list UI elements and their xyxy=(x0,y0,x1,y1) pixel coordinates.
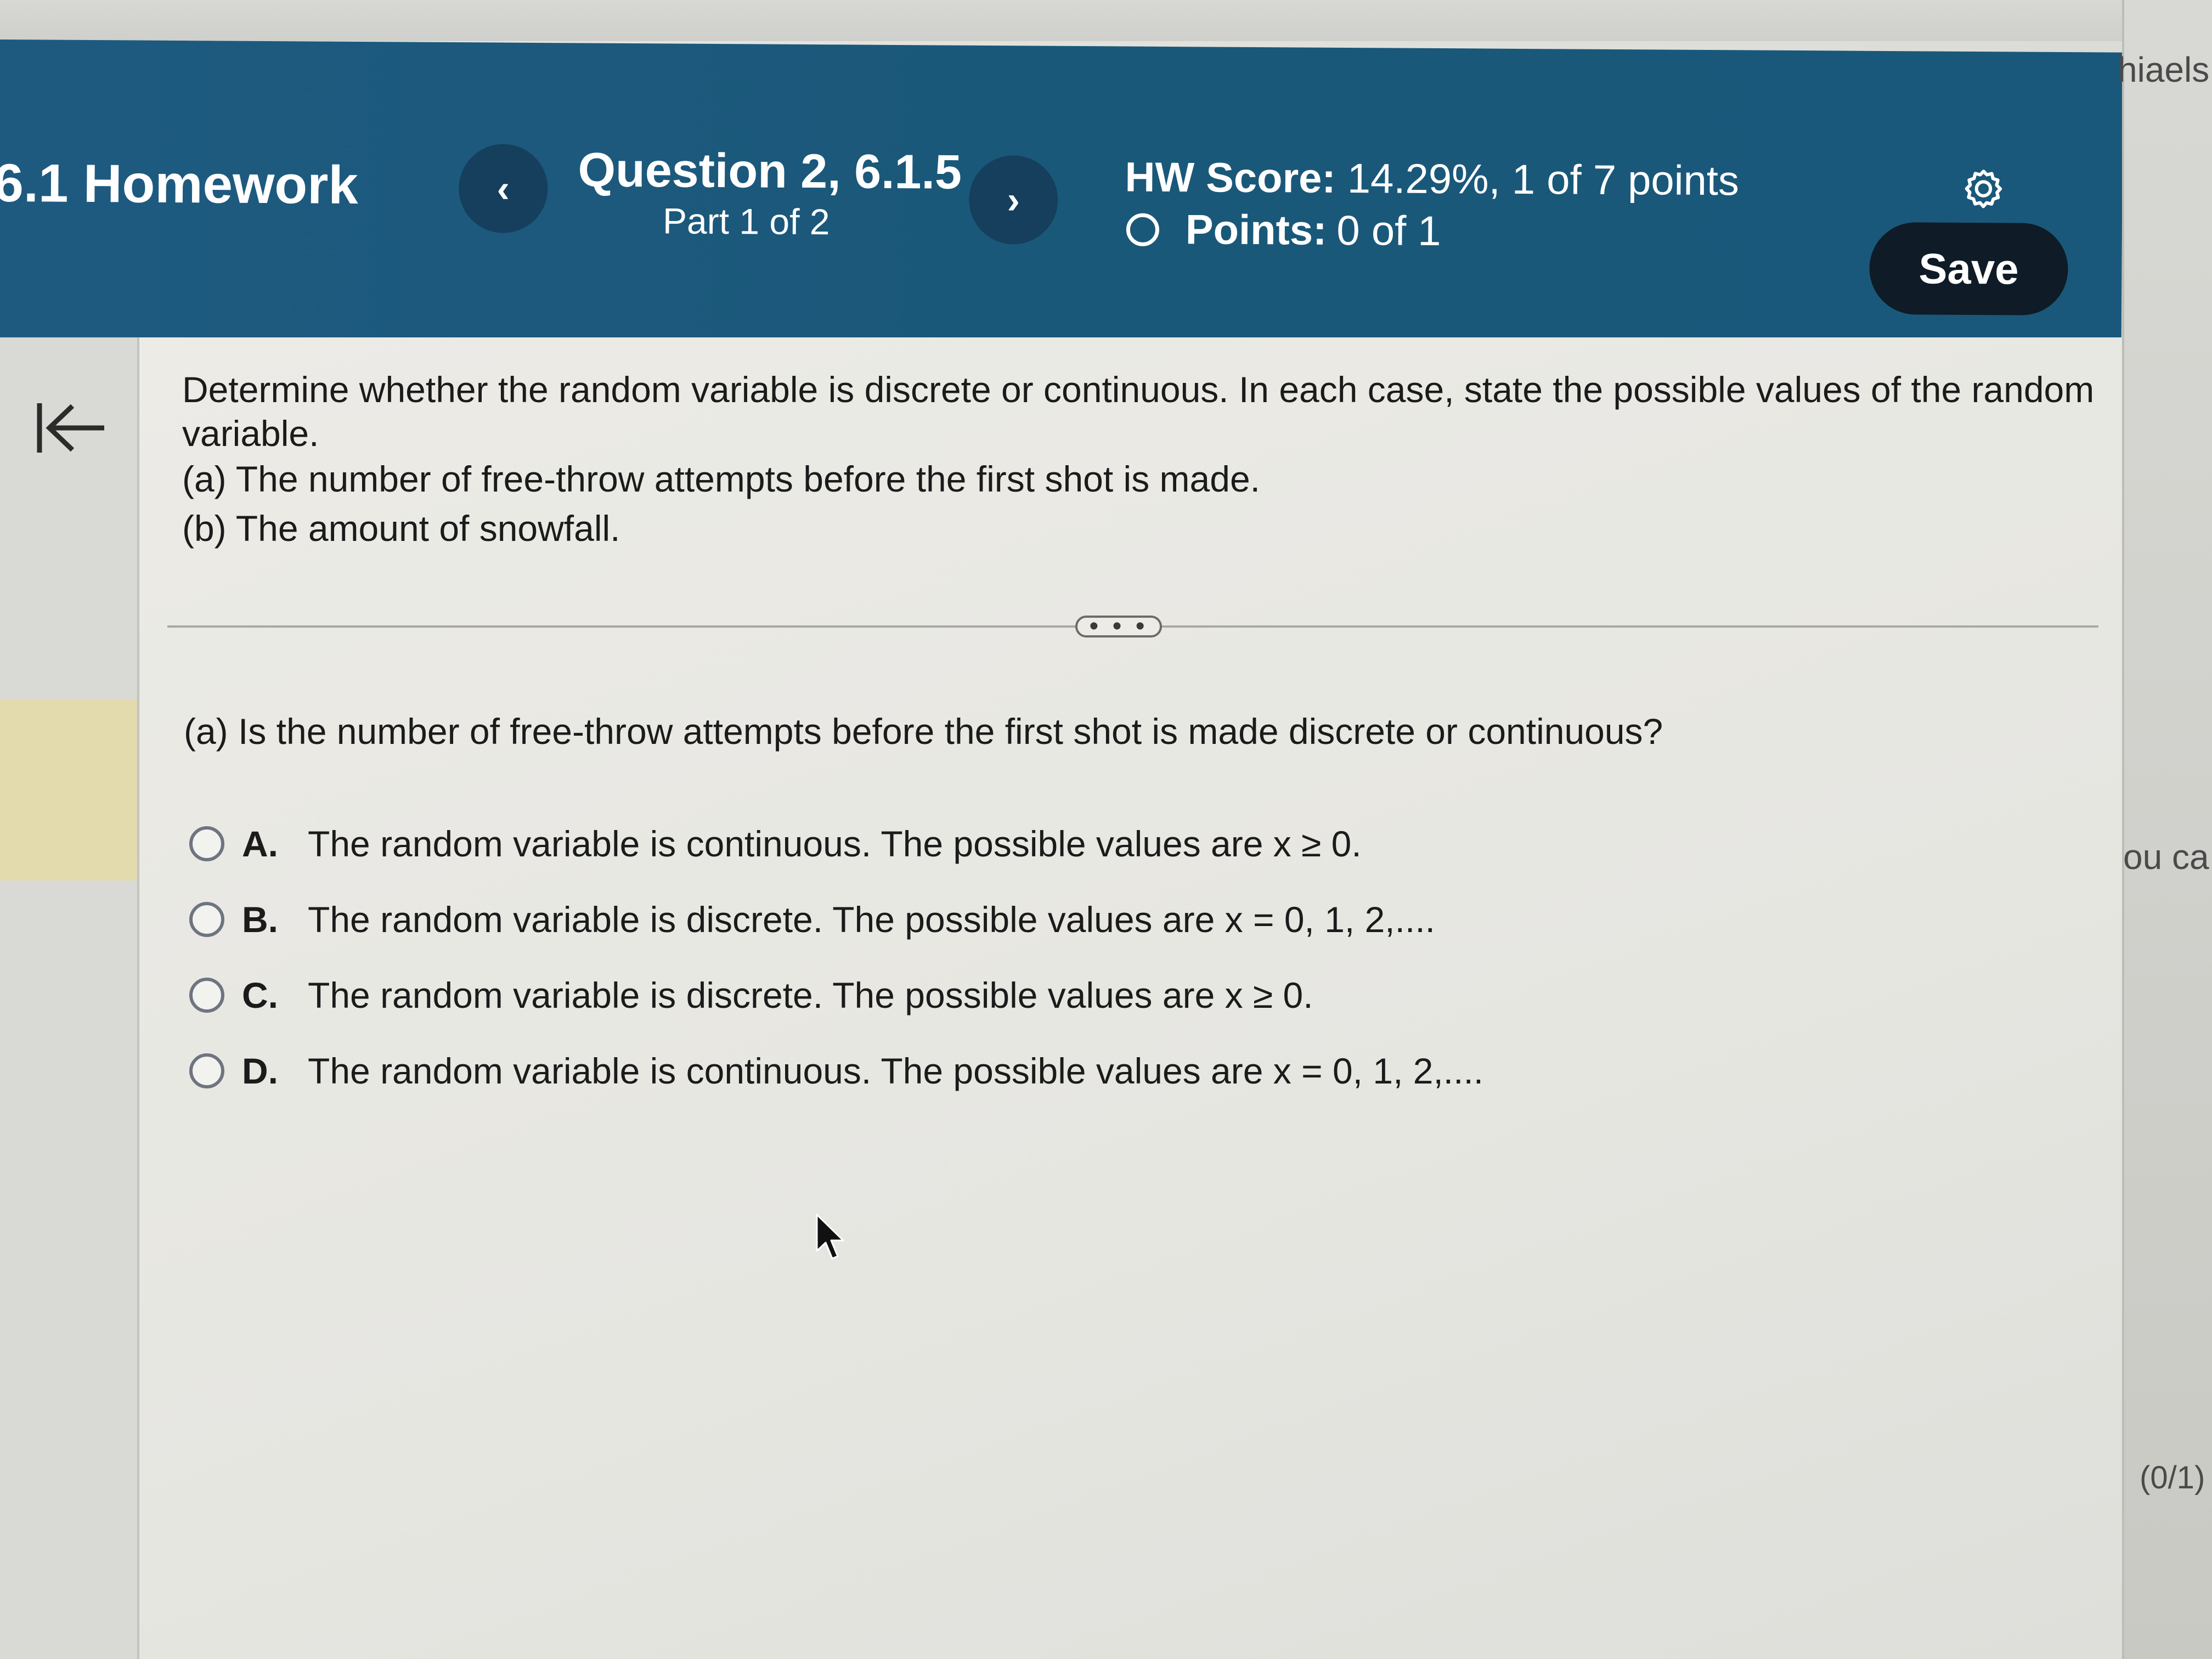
radio-button-d[interactable] xyxy=(189,1053,224,1088)
gear-icon[interactable] xyxy=(1959,164,2008,214)
chevron-left-icon: ‹ xyxy=(496,167,510,210)
mouse-pointer-icon xyxy=(816,1214,844,1260)
divider-drag-handle[interactable]: • • • xyxy=(1075,613,1162,640)
radio-button-b[interactable] xyxy=(189,902,224,937)
points-status-circle-icon xyxy=(1126,213,1160,246)
browser-top-strip xyxy=(0,0,2123,41)
choice-a-text: The random variable is continuous. The p… xyxy=(308,823,1362,864)
question-header: 6.1 Homework ‹ Question 2, 6.1.5 Part 1 … xyxy=(0,40,2123,354)
question-prompt-line2: variable. xyxy=(182,413,319,454)
edge-score-fragment: (0/1) xyxy=(2140,1460,2205,1496)
sub-question: (a) Is the number of free-throw attempts… xyxy=(184,711,1663,752)
screen: 6.1 Homework ‹ Question 2, 6.1.5 Part 1 … xyxy=(0,0,2212,1659)
choice-b[interactable]: B. The random variable is discrete. The … xyxy=(189,899,1435,940)
save-button[interactable]: Save xyxy=(1869,222,2069,316)
choice-a-letter: A. xyxy=(242,823,278,864)
sidebar-highlight-tab[interactable] xyxy=(0,699,137,881)
question-part-b: (b) The amount of snowfall. xyxy=(182,508,620,549)
choice-d[interactable]: D. The random variable is continuous. Th… xyxy=(189,1050,1483,1092)
choice-c[interactable]: C. The random variable is discrete. The … xyxy=(189,974,1313,1016)
choice-a[interactable]: A. The random variable is continuous. Th… xyxy=(189,823,1362,865)
hw-score: HW Score: 14.29%, 1 of 7 points xyxy=(1125,154,1739,205)
next-question-button[interactable]: › xyxy=(968,155,1058,245)
radio-button-c[interactable] xyxy=(189,978,224,1013)
choice-d-letter: D. xyxy=(242,1051,278,1091)
question-part: Part 1 of 2 xyxy=(662,200,830,242)
question-part-a: (a) The number of free-throw attempts be… xyxy=(182,459,1260,499)
points-value: 0 of 1 xyxy=(1336,207,1441,255)
question-points: Points: 0 of 1 xyxy=(1126,206,1441,256)
chevron-right-icon: › xyxy=(1007,178,1020,222)
hw-score-value: 14.29%, 1 of 7 points xyxy=(1347,155,1740,205)
edge-name-fragment: hiaels xyxy=(2118,50,2210,89)
left-sidebar xyxy=(0,337,139,1659)
previous-question-button[interactable]: ‹ xyxy=(458,144,548,234)
question-prompt-line1: Determine whether the random variable is… xyxy=(182,369,2095,410)
question-title: Question 2, 6.1.5 xyxy=(578,142,962,199)
choice-c-letter: C. xyxy=(242,975,278,1015)
choice-b-letter: B. xyxy=(242,899,278,940)
choice-d-text: The random variable is continuous. The p… xyxy=(308,1051,1484,1091)
choice-b-text: The random variable is discrete. The pos… xyxy=(308,899,1435,940)
edge-text-fragment: ou ca xyxy=(2123,837,2209,877)
choice-c-text: The random variable is discrete. The pos… xyxy=(308,975,1313,1015)
hw-score-label: HW Score: xyxy=(1125,154,1336,202)
collapse-left-icon[interactable] xyxy=(33,395,110,461)
points-label: Points: xyxy=(1185,206,1327,254)
right-side-panel xyxy=(2122,0,2212,1659)
radio-button-a[interactable] xyxy=(189,826,224,861)
assignment-title[interactable]: 6.1 Homework xyxy=(0,152,358,216)
